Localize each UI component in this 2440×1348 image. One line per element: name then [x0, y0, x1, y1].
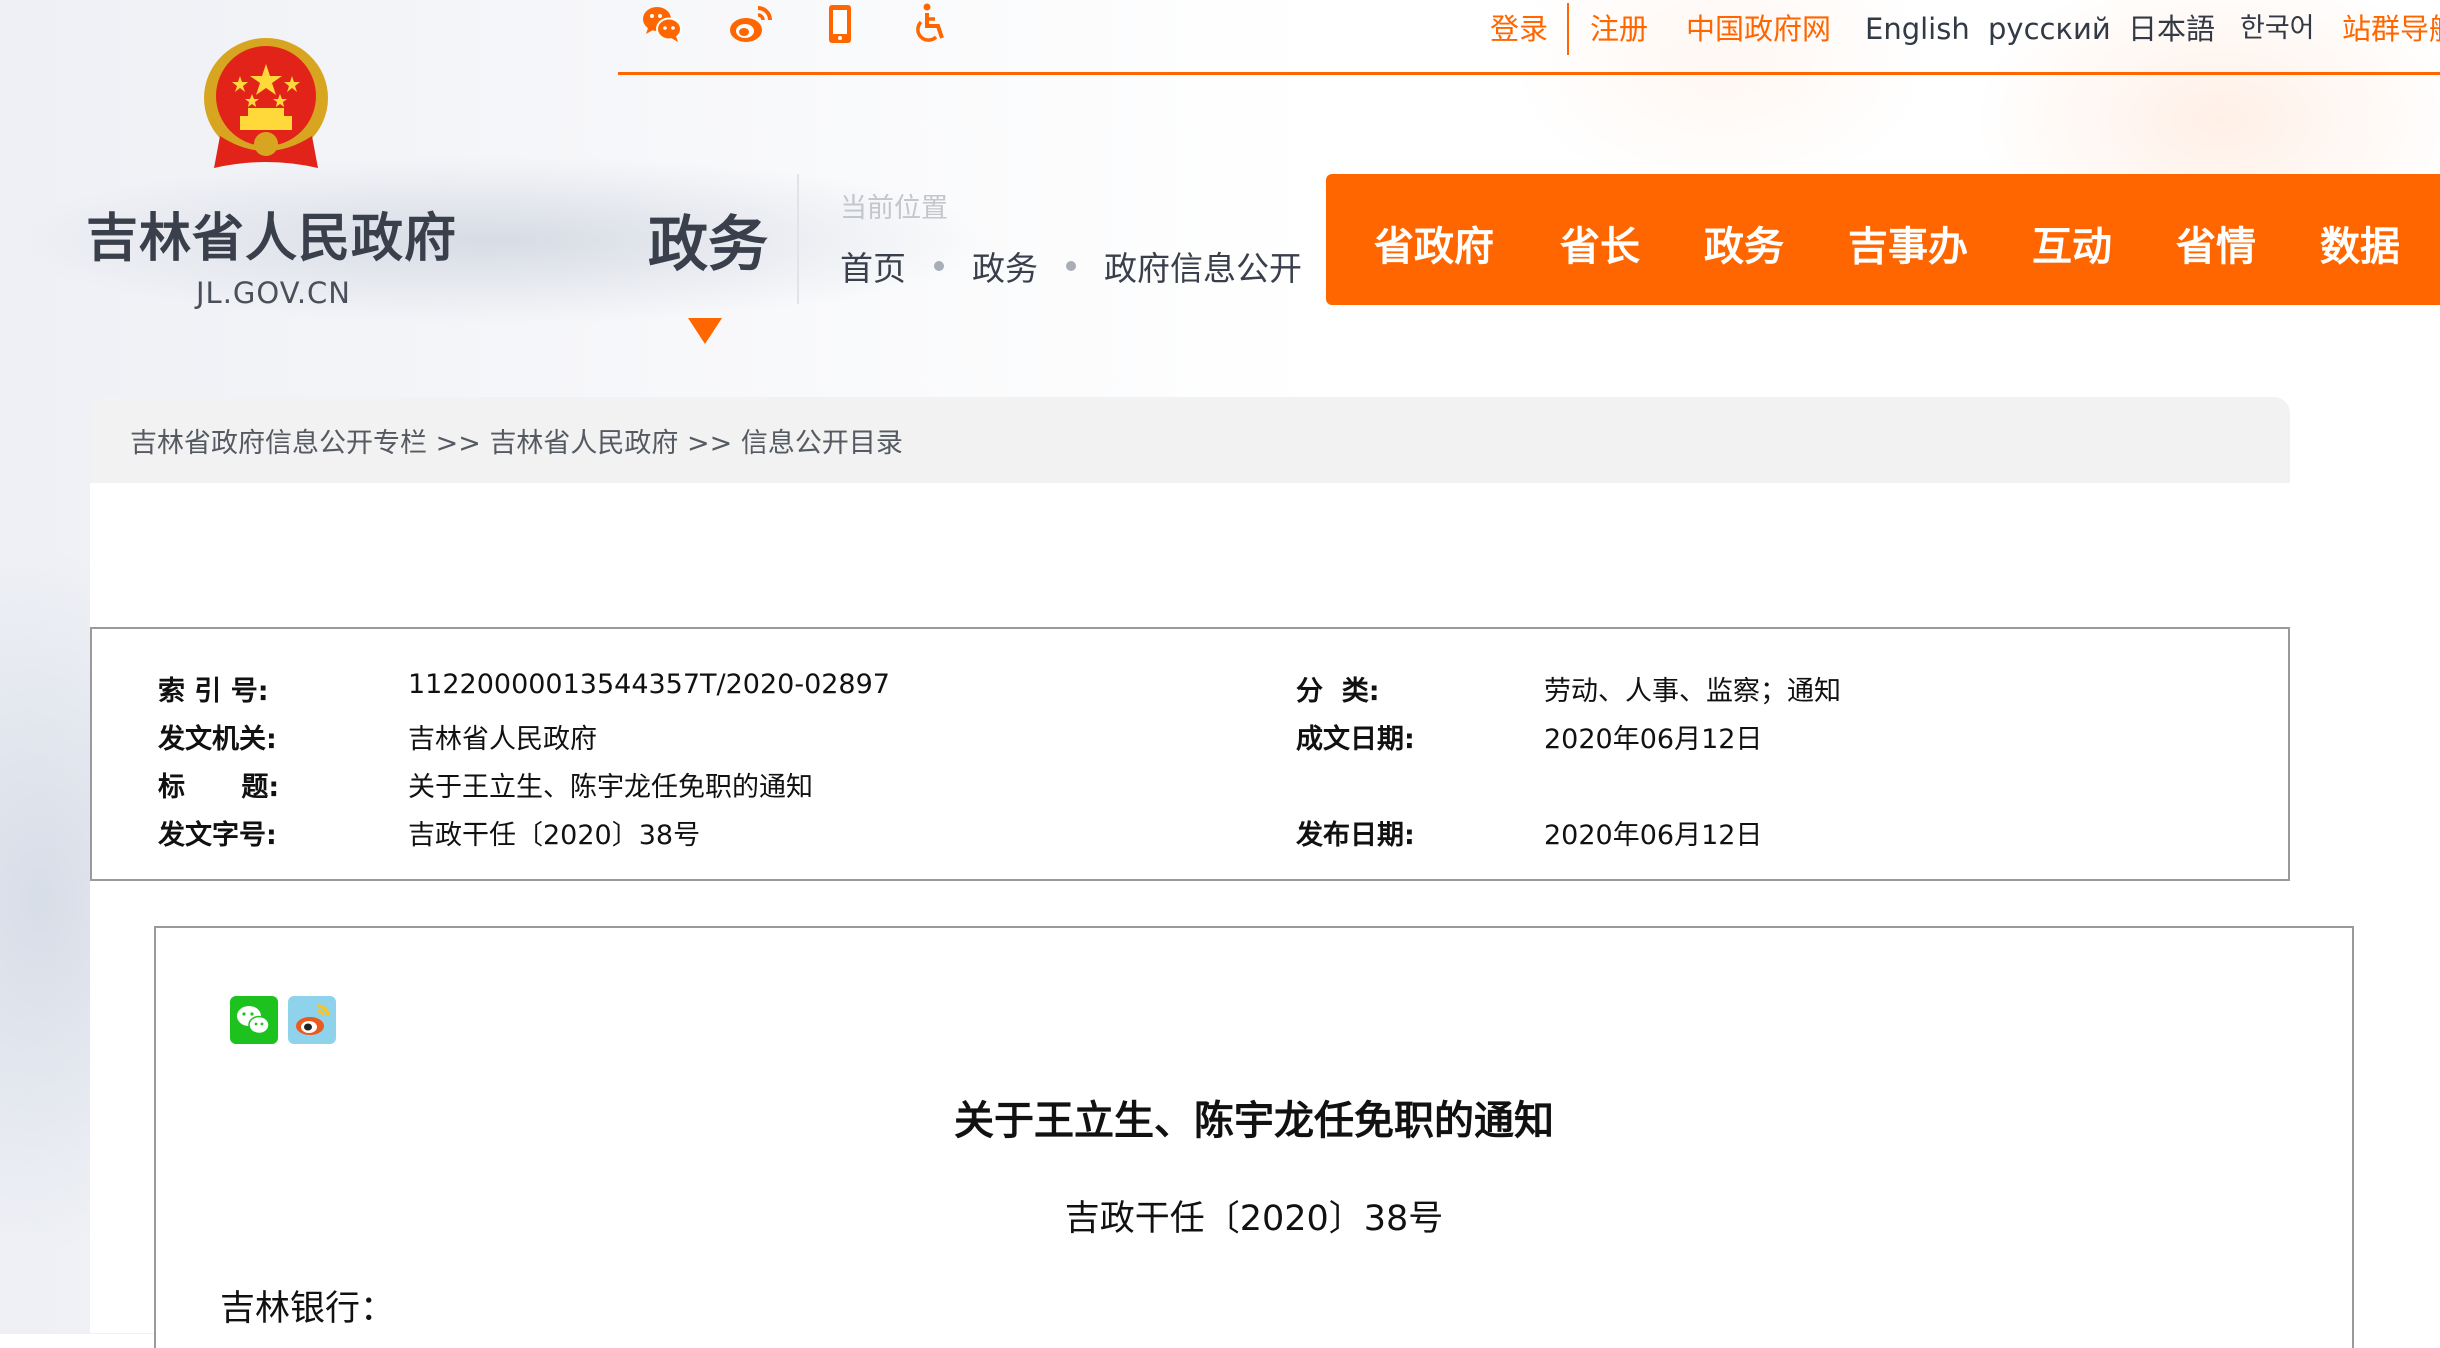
nav-item-province-info[interactable]: 省情	[2176, 214, 2256, 272]
main-nav: 省政府 省长 政务 吉事办 互动 省情 数据	[1326, 174, 2440, 305]
document-content: 关于王立生、陈宇龙任免职的通知 吉政干任〔2020〕38号 吉林银行：	[154, 926, 2354, 1348]
path-separator: >>	[435, 428, 490, 459]
nav-item-interaction[interactable]: 互动	[2032, 214, 2112, 272]
top-link-divider	[1567, 3, 1569, 55]
document-number: 吉政干任〔2020〕38号	[1064, 1199, 1444, 1239]
index-no-value: 11220000013544357T/2020-02897	[408, 669, 890, 700]
china-gov-link[interactable]: 中国政府网	[1686, 8, 1831, 50]
publish-date-value: 2020年06月12日	[1544, 820, 1763, 851]
index-no-label: 索 引 号:	[158, 676, 269, 707]
written-date-label: 成文日期:	[1296, 724, 1415, 755]
nav-item-provincial-gov[interactable]: 省政府	[1374, 214, 1494, 272]
publish-date-label: 发布日期:	[1296, 820, 1415, 851]
title-value: 关于王立生、陈宇龙任免职的通知	[408, 772, 813, 803]
path-item-catalog[interactable]: 信息公开目录	[741, 428, 903, 459]
path-separator: >>	[687, 428, 741, 459]
section-caret-icon	[688, 318, 722, 344]
nav-item-governor[interactable]: 省长	[1560, 214, 1640, 272]
path-bar: 吉林省政府信息公开专栏 >> 吉林省人民政府 >> 信息公开目录	[90, 397, 2290, 483]
document-info-table: 索 引 号: 11220000013544357T/2020-02897 分 类…	[90, 627, 2290, 881]
category-value: 劳动、人事、监察；通知	[1544, 676, 1841, 707]
document-title: 关于王立生、陈宇龙任免职的通知	[954, 1098, 1554, 1144]
site-domain: JL.GOV.CN	[196, 276, 351, 310]
accessibility-icon[interactable]	[912, 2, 956, 46]
korean-link[interactable]: 한국어	[2240, 8, 2315, 50]
crumb-affairs[interactable]: 政务	[972, 242, 1038, 290]
nav-item-jishiban[interactable]: 吉事办	[1848, 214, 1968, 272]
wechat-share-icon[interactable]	[230, 996, 278, 1044]
mobile-icon[interactable]	[826, 2, 870, 46]
doc-no-value: 吉政干任〔2020〕38号	[408, 820, 701, 851]
crumb-separator	[934, 261, 944, 271]
login-link[interactable]: 登录	[1490, 8, 1548, 50]
wechat-icon[interactable]	[640, 2, 684, 46]
register-link[interactable]: 注册	[1590, 8, 1648, 50]
title-label: 标 题:	[158, 772, 280, 803]
crumb-separator	[1066, 261, 1076, 271]
nav-item-data[interactable]: 数据	[2320, 214, 2400, 272]
section-title: 政务	[648, 210, 768, 280]
top-divider-line	[618, 72, 2440, 75]
path-breadcrumb: 吉林省政府信息公开专栏 >> 吉林省人民政府 >> 信息公开目录	[130, 421, 903, 460]
category-label: 分 类:	[1296, 676, 1380, 707]
japanese-link[interactable]: 日本語	[2128, 8, 2215, 50]
issuer-label: 发文机关:	[158, 724, 277, 755]
russian-link[interactable]: русский	[1988, 8, 2111, 50]
header-vertical-divider	[797, 174, 799, 304]
issuer-value: 吉林省人民政府	[408, 724, 597, 755]
weibo-icon[interactable]	[728, 2, 772, 46]
english-link[interactable]: English	[1865, 8, 1970, 50]
crumb-gov-info[interactable]: 政府信息公开	[1104, 242, 1302, 290]
site-nav-link[interactable]: 站群导航	[2342, 8, 2440, 50]
path-item-info-column[interactable]: 吉林省政府信息公开专栏	[130, 428, 427, 459]
written-date-value: 2020年06月12日	[1544, 724, 1763, 755]
nav-item-affairs[interactable]: 政务	[1704, 214, 1784, 272]
path-item-gov[interactable]: 吉林省人民政府	[489, 428, 678, 459]
doc-no-label: 发文字号:	[158, 820, 277, 851]
crumb-home[interactable]: 首页	[840, 242, 906, 290]
site-name: 吉林省人民政府	[86, 209, 458, 269]
national-emblem-icon	[200, 36, 332, 174]
location-breadcrumb: 首页 政务 政府信息公开	[840, 242, 1302, 290]
weibo-share-icon[interactable]	[288, 996, 336, 1044]
document-salutation: 吉林银行：	[220, 1289, 396, 1329]
current-location-label: 当前位置	[840, 193, 948, 224]
